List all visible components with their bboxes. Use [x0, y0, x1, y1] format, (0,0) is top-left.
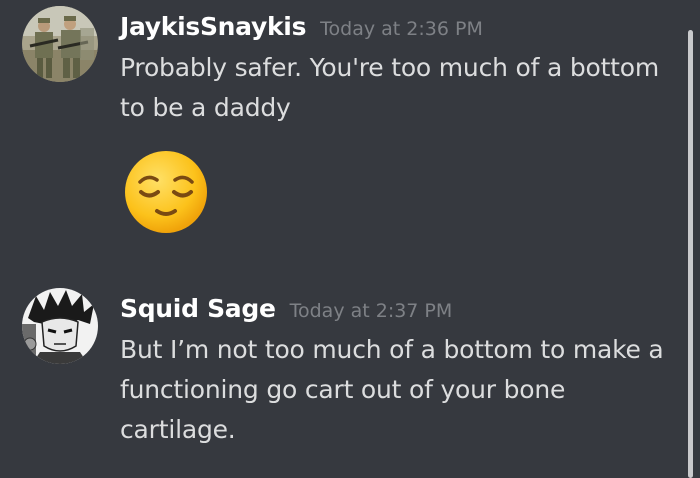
message-text: Probably safer. You're too much of a bot…: [120, 53, 660, 122]
timestamp: Today at 2:36 PM: [320, 18, 483, 40]
manga-character-avatar-icon: [22, 288, 98, 364]
message-header: Squid Sage Today at 2:37 PM: [120, 294, 452, 323]
soldiers-photo-avatar-icon: [22, 6, 98, 82]
timestamp: Today at 2:37 PM: [289, 300, 453, 322]
username[interactable]: JaykisSnaykis: [120, 12, 306, 41]
avatar[interactable]: [22, 288, 98, 364]
message-header: JaykisSnaykis Today at 2:36 PM: [120, 12, 483, 41]
username[interactable]: Squid Sage: [120, 294, 276, 323]
avatar[interactable]: [22, 6, 98, 82]
relieved-face-icon: [124, 150, 208, 234]
chat-message-list: JaykisSnaykis Today at 2:36 PM Probably s…: [0, 0, 700, 478]
message-text: But I’m not too much of a bottom to make…: [120, 335, 664, 444]
scrollbar[interactable]: [688, 30, 693, 478]
